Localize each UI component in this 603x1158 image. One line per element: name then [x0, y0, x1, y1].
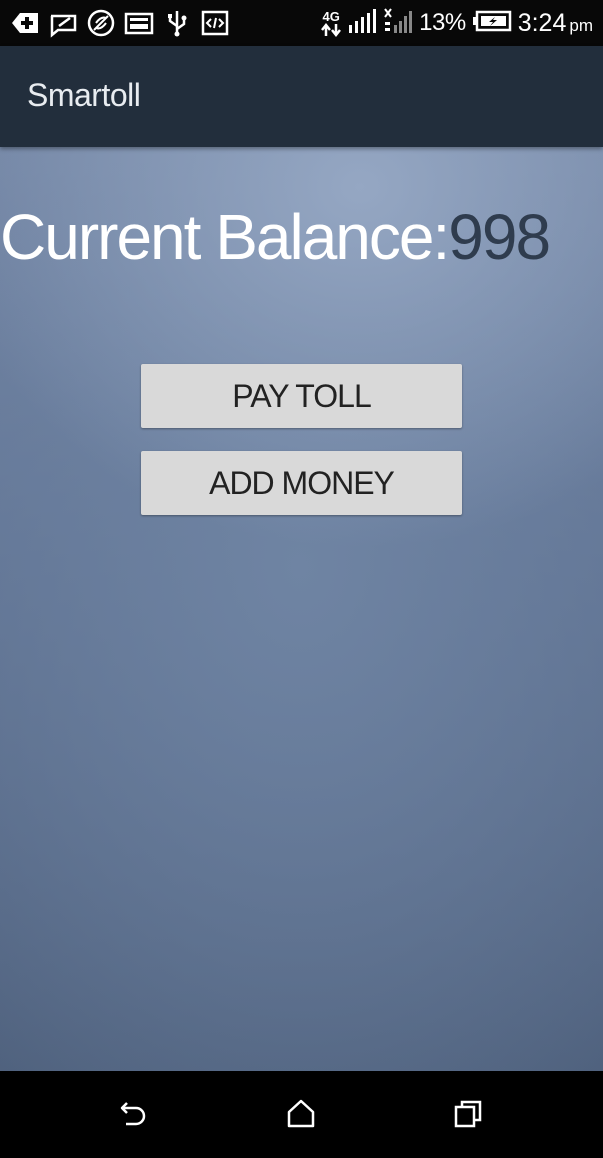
clock-ampm: pm [569, 15, 593, 35]
pay-toll-button[interactable]: PAY TOLL [141, 364, 462, 428]
home-button[interactable] [284, 1097, 318, 1131]
signal-icon [347, 8, 377, 39]
navigation-bar [0, 1071, 603, 1158]
pinwheel-icon [86, 8, 116, 38]
app-bar: Smartoll [0, 46, 603, 147]
main-content: Current Balance:998 PAY TOLL ADD MONEY [0, 147, 603, 1071]
code-icon [200, 8, 230, 38]
signal-icon-2 [383, 7, 413, 39]
image-icon [124, 8, 154, 38]
pay-toll-button-label: PAY TOLL [232, 377, 371, 414]
battery-charging-icon [472, 9, 512, 38]
add-money-button[interactable]: ADD MONEY [141, 451, 462, 515]
data-arrows-icon [321, 22, 342, 37]
back-icon [120, 1102, 146, 1126]
balance-display: Current Balance:998 [0, 199, 551, 275]
usb-icon [162, 8, 192, 38]
system-status: 4G 13% 3:24 pm [321, 4, 593, 42]
app-title: Smartoll [27, 77, 141, 113]
balance-label: Current Balance: [0, 201, 450, 273]
status-bar: 4G 13% 3:24 pm [0, 0, 603, 46]
battery-percent: 13% [419, 9, 466, 36]
message-icon [48, 8, 78, 38]
home-icon [287, 1099, 315, 1128]
back-button[interactable] [117, 1097, 151, 1131]
recent-apps-icon [454, 1100, 482, 1128]
add-money-button-label: ADD MONEY [209, 464, 395, 501]
clock-time: 3:24 [517, 8, 567, 37]
recent-apps-button[interactable] [451, 1097, 485, 1131]
network-type-label: 4G [322, 8, 340, 24]
add-notification-icon [10, 8, 40, 38]
network-indicator: 4G [321, 8, 342, 37]
clock: 3:24 pm [518, 9, 593, 38]
phone-screen: 4G 13% 3:24 pm Smartoll Current Balance:… [0, 0, 603, 1158]
notification-icons [10, 6, 230, 40]
balance-value: 998 [448, 201, 551, 273]
